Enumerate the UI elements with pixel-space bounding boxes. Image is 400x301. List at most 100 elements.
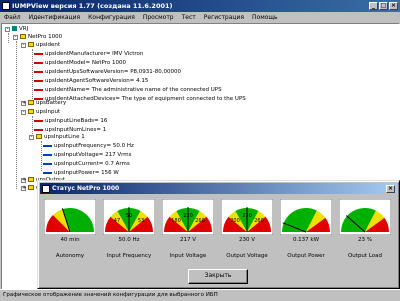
gauge-dial: 180220260 — [162, 199, 214, 235]
tree-leaf[interactable]: upsIdentUpsSoftwareVersion= P8,0931-80,0… — [34, 68, 181, 76]
tree-node-ups-input-line[interactable]: upsInputLine 1 — [36, 133, 85, 141]
menu-configuration[interactable]: Конфигурация — [84, 12, 139, 23]
tree-line — [41, 141, 42, 171]
gauge-tick-label: 180 — [171, 218, 181, 224]
gauge-label: Output Load — [347, 253, 383, 259]
window-controls: _ □ × — [369, 2, 398, 10]
minimize-button[interactable]: _ — [369, 2, 378, 10]
status-text: Графическое отображение значений конфигу… — [3, 292, 218, 298]
gauge-input-voltage: 180 220 260 217 V Input Voltage — [160, 199, 216, 261]
tree-collapse-toggle[interactable]: - — [29, 135, 34, 140]
app-title-bar: IUMPView версия 1.77 (создана 11.6.2001)… — [0, 0, 400, 12]
gauge-tick-label: 230 — [242, 213, 252, 219]
folder-icon — [28, 185, 34, 190]
property-icon — [34, 70, 43, 73]
gauge-tick-label: 53 — [138, 218, 144, 224]
gauge-dial: 200230260 — [221, 199, 273, 235]
property-icon — [34, 128, 43, 131]
dialog-title: Статус NetPro 1000 — [52, 185, 120, 192]
property-icon — [34, 119, 43, 122]
tree-collapse-toggle[interactable]: - — [21, 43, 26, 48]
tree-leaf[interactable]: upsInputFrequency= 50.0 Hz — [43, 142, 134, 150]
app-icon — [2, 2, 10, 10]
tree-expand-toggle[interactable]: + — [21, 186, 26, 191]
tree-collapse-toggle[interactable]: - — [13, 35, 18, 40]
gauge-dial — [280, 199, 332, 235]
gauge-autonomy: 40 min Autonomy — [42, 199, 98, 261]
tree-collapse-toggle[interactable]: - — [21, 110, 26, 115]
gauge-value: 23 % — [358, 237, 372, 243]
tree-line — [32, 49, 33, 101]
tree-node-device[interactable]: NetPro 1000 — [20, 33, 62, 41]
folder-icon — [28, 109, 34, 114]
menu-registration[interactable]: Регистрация — [200, 12, 248, 23]
menu-bar: Файл Идентификация Конфигурация Просмотр… — [0, 12, 400, 23]
gauge-input-frequency: 47 50 53 50.0 Hz Input Frequency — [101, 199, 157, 261]
folder-icon — [28, 100, 34, 105]
property-icon — [34, 79, 43, 82]
gauge-output-voltage: 200 230 260 230 V Output Voltage — [219, 199, 275, 261]
gauge-dial: 47 50 53 — [103, 199, 155, 235]
tree-leaf[interactable]: upsIdentModel= NetPro 1000 — [34, 59, 126, 67]
tree-line — [8, 33, 9, 43]
gauge-tick-label: 200 — [230, 218, 240, 224]
tree-leaf[interactable]: upsInputLineBads= 16 — [34, 117, 107, 125]
gauge-value: 40 min — [60, 237, 80, 243]
property-icon — [43, 171, 52, 174]
property-icon — [34, 52, 43, 55]
status-bar: Графическое отображение значений конфигу… — [0, 289, 400, 301]
tree-line — [16, 41, 17, 189]
menu-test[interactable]: Тест — [178, 12, 200, 23]
gauge-tick-label: 50 — [126, 213, 132, 219]
tree-collapse-toggle[interactable]: - — [5, 27, 10, 32]
computer-icon — [12, 26, 17, 31]
gauge-label: Input Frequency — [106, 253, 152, 259]
folder-icon — [28, 42, 34, 47]
gauge-tick-label: 260 — [254, 218, 264, 224]
gauge-label: Autonomy — [55, 253, 85, 259]
tree-node-root[interactable]: VRJ — [12, 25, 28, 33]
gauge-output-power: 0.137 kW Output Power — [278, 199, 334, 261]
gauge-output-load: 23 % Output Load — [337, 199, 393, 261]
menu-file[interactable]: Файл — [0, 12, 25, 23]
gauge-value: 230 V — [238, 237, 255, 243]
property-icon — [43, 144, 52, 147]
tree-leaf[interactable]: upsInputCurrent= 0.7 Arms — [43, 160, 130, 168]
menu-view[interactable]: Просмотр — [139, 12, 178, 23]
gauge-dial — [339, 199, 391, 235]
tree-leaf[interactable]: upsInputVoltage= 217 Vrms — [43, 151, 131, 159]
gauge-tick-label: 220 — [183, 213, 193, 219]
tree-expand-toggle[interactable]: + — [21, 101, 26, 106]
property-icon — [43, 153, 52, 156]
tree-leaf[interactable]: upsIdentAgentSoftwareVersion= 4.15 — [34, 77, 148, 85]
tree-node-ups-ident[interactable]: upsIdent — [28, 41, 60, 49]
gauge-value: 217 V — [179, 237, 196, 243]
tree-node-ups-battery[interactable]: upsBattery — [28, 99, 66, 107]
gauge-value: 0.137 kW — [292, 237, 320, 243]
gauge-label: Output Power — [287, 253, 325, 259]
tree-expand-toggle[interactable]: + — [21, 178, 26, 183]
gauge-tick-label: 260 — [195, 218, 205, 224]
gauge-panel: 40 min Autonomy 47 50 53 50.0 Hz Input Frequen… — [42, 199, 394, 261]
tree-line — [32, 116, 33, 136]
property-icon — [43, 162, 52, 165]
property-icon — [34, 61, 43, 64]
gauge-value: 50.0 Hz — [118, 237, 140, 243]
menu-identification[interactable]: Идентификация — [25, 12, 85, 23]
status-dialog: Статус NetPro 1000 × 40 min Autonomy 47 50 5… — [37, 180, 400, 289]
gauge-dial — [44, 199, 96, 235]
dialog-close-icon[interactable]: × — [386, 185, 395, 193]
dialog-title-bar: Статус NetPro 1000 × — [40, 183, 397, 194]
app-title: IUMPView версия 1.77 (создана 11.6.2001) — [12, 2, 173, 10]
close-button[interactable]: Закрыть — [188, 269, 248, 284]
tree-leaf[interactable]: upsIdentManufacturer= IMV Victron — [34, 50, 143, 58]
menu-help[interactable]: Помощь — [248, 12, 282, 23]
tree-node-ups-input[interactable]: upsInput — [28, 108, 60, 116]
gauge-label: Input Voltage — [169, 253, 207, 259]
property-icon — [34, 88, 43, 91]
gauge-tick-label: 47 — [114, 218, 120, 224]
device-icon — [20, 34, 26, 39]
tree-leaf[interactable]: upsIdentName= The administrative name of… — [34, 86, 222, 94]
maximize-button[interactable]: □ — [379, 2, 388, 10]
close-window-button[interactable]: × — [389, 2, 398, 10]
